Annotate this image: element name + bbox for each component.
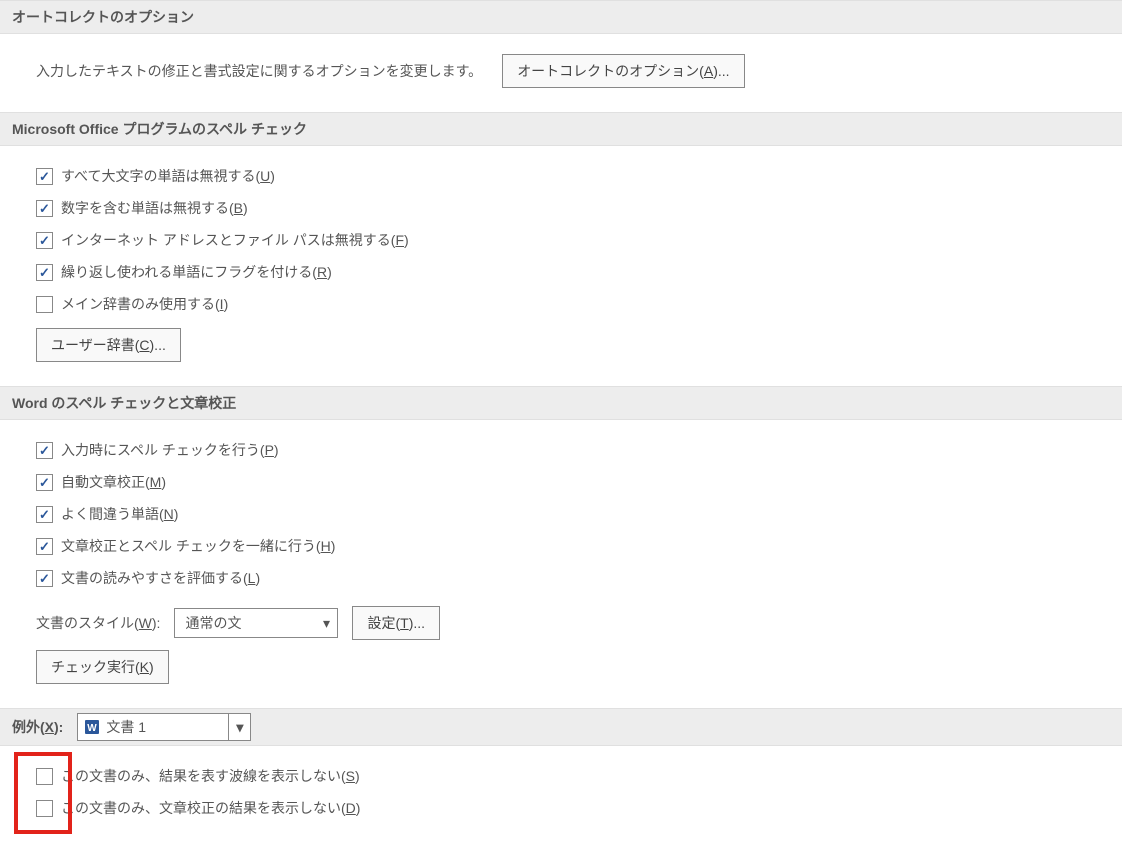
word-proofing-checkbox-list: 入力時にスペル チェックを行う(P) 自動文章校正(M) よく間違う単語(N) 文章校… bbox=[36, 436, 1102, 592]
exception-option-checkbox[interactable] bbox=[36, 800, 53, 817]
svg-text:W: W bbox=[88, 723, 98, 734]
wordproof-option-row: よく間違う単語(N) bbox=[36, 500, 1102, 528]
exception-option-row: この文書のみ、文章校正の結果を表示しない(D) bbox=[36, 794, 1102, 822]
writing-style-label: 文書のスタイル(W): bbox=[36, 613, 160, 633]
exceptions-checkbox-list: この文書のみ、結果を表す波線を表示しない(S) この文書のみ、文章校正の結果を表示… bbox=[36, 762, 1102, 822]
exception-option-checkbox[interactable] bbox=[36, 768, 53, 785]
spell-option-checkbox[interactable] bbox=[36, 264, 53, 281]
spell-option-label: 繰り返し使われる単語にフラグを付ける(R) bbox=[61, 262, 332, 282]
spell-option-row: メイン辞書のみ使用する(I) bbox=[36, 290, 1102, 318]
recheck-document-button[interactable]: チェック実行(K) bbox=[36, 650, 169, 684]
spell-option-label: インターネット アドレスとファイル パスは無視する(F) bbox=[61, 230, 409, 250]
wordproof-option-row: 文書の読みやすさを評価する(L) bbox=[36, 564, 1102, 592]
spell-option-row: すべて大文字の単語は無視する(U) bbox=[36, 162, 1102, 190]
grammar-settings-button[interactable]: 設定(T)... bbox=[352, 606, 440, 640]
spell-option-label: 数字を含む単語は無視する(B) bbox=[61, 198, 248, 218]
spell-option-row: インターネット アドレスとファイル パスは無視する(F) bbox=[36, 226, 1102, 254]
writing-style-select[interactable]: 通常の文 ▾ bbox=[174, 608, 338, 638]
autocorrect-options-button[interactable]: オートコレクトのオプション(A)... bbox=[502, 54, 744, 88]
custom-dictionaries-button[interactable]: ユーザー辞書(C)... bbox=[36, 328, 181, 362]
chevron-down-icon: ▾ bbox=[228, 714, 250, 740]
proofing-options-panel: オートコレクトのオプション 入力したテキストの修正と書式設定に関するオプションを… bbox=[0, 0, 1122, 846]
exceptions-document-select[interactable]: W 文書 1 ▾ bbox=[77, 713, 251, 741]
spell-option-label: メイン辞書のみ使用する(I) bbox=[61, 294, 228, 314]
spell-option-checkbox[interactable] bbox=[36, 232, 53, 249]
spelling-checkbox-list: すべて大文字の単語は無視する(U) 数字を含む単語は無視する(B) インターネット … bbox=[36, 162, 1102, 318]
section-autocorrect-body: 入力したテキストの修正と書式設定に関するオプションを変更します。 オートコレクト… bbox=[0, 34, 1122, 112]
wordproof-option-label: 自動文章校正(M) bbox=[61, 472, 166, 492]
wordproof-option-row: 入力時にスペル チェックを行う(P) bbox=[36, 436, 1102, 464]
wordproof-option-checkbox[interactable] bbox=[36, 538, 53, 555]
wordproof-option-label: 入力時にスペル チェックを行う(P) bbox=[61, 440, 279, 460]
section-office-spelling-header: Microsoft Office プログラムのスペル チェック bbox=[0, 112, 1122, 146]
wordproof-option-row: 自動文章校正(M) bbox=[36, 468, 1102, 496]
wordproof-option-row: 文章校正とスペル チェックを一緒に行う(H) bbox=[36, 532, 1102, 560]
spell-option-label: すべて大文字の単語は無視する(U) bbox=[61, 166, 275, 186]
wordproof-option-checkbox[interactable] bbox=[36, 474, 53, 491]
section-exceptions-body: この文書のみ、結果を表す波線を表示しない(S) この文書のみ、文章校正の結果を表示… bbox=[0, 746, 1122, 834]
autocorrect-desc: 入力したテキストの修正と書式設定に関するオプションを変更します。 bbox=[36, 61, 482, 81]
spell-option-checkbox[interactable] bbox=[36, 200, 53, 217]
exception-option-label: この文書のみ、結果を表す波線を表示しない(S) bbox=[61, 766, 360, 786]
exception-option-row: この文書のみ、結果を表す波線を表示しない(S) bbox=[36, 762, 1102, 790]
spell-option-row: 繰り返し使われる単語にフラグを付ける(R) bbox=[36, 258, 1102, 286]
wordproof-option-checkbox[interactable] bbox=[36, 442, 53, 459]
word-doc-icon: W bbox=[84, 719, 100, 735]
wordproof-option-checkbox[interactable] bbox=[36, 570, 53, 587]
section-word-proofing-header: Word のスペル チェックと文章校正 bbox=[0, 386, 1122, 420]
section-word-proofing-body: 入力時にスペル チェックを行う(P) 自動文章校正(M) よく間違う単語(N) 文章校… bbox=[0, 420, 1122, 708]
spell-option-checkbox[interactable] bbox=[36, 168, 53, 185]
wordproof-option-label: 文書の読みやすさを評価する(L) bbox=[61, 568, 260, 588]
chevron-down-icon: ▾ bbox=[315, 609, 337, 637]
spell-option-checkbox[interactable] bbox=[36, 296, 53, 313]
section-autocorrect-header: オートコレクトのオプション bbox=[0, 0, 1122, 34]
section-office-spelling-body: すべて大文字の単語は無視する(U) 数字を含む単語は無視する(B) インターネット … bbox=[0, 146, 1122, 386]
wordproof-option-label: 文章校正とスペル チェックを一緒に行う(H) bbox=[61, 536, 335, 556]
section-exceptions-header: 例外(X): W 文書 1 ▾ bbox=[0, 708, 1122, 746]
spell-option-row: 数字を含む単語は無視する(B) bbox=[36, 194, 1102, 222]
exception-option-label: この文書のみ、文章校正の結果を表示しない(D) bbox=[61, 798, 360, 818]
wordproof-option-label: よく間違う単語(N) bbox=[61, 504, 178, 524]
wordproof-option-checkbox[interactable] bbox=[36, 506, 53, 523]
